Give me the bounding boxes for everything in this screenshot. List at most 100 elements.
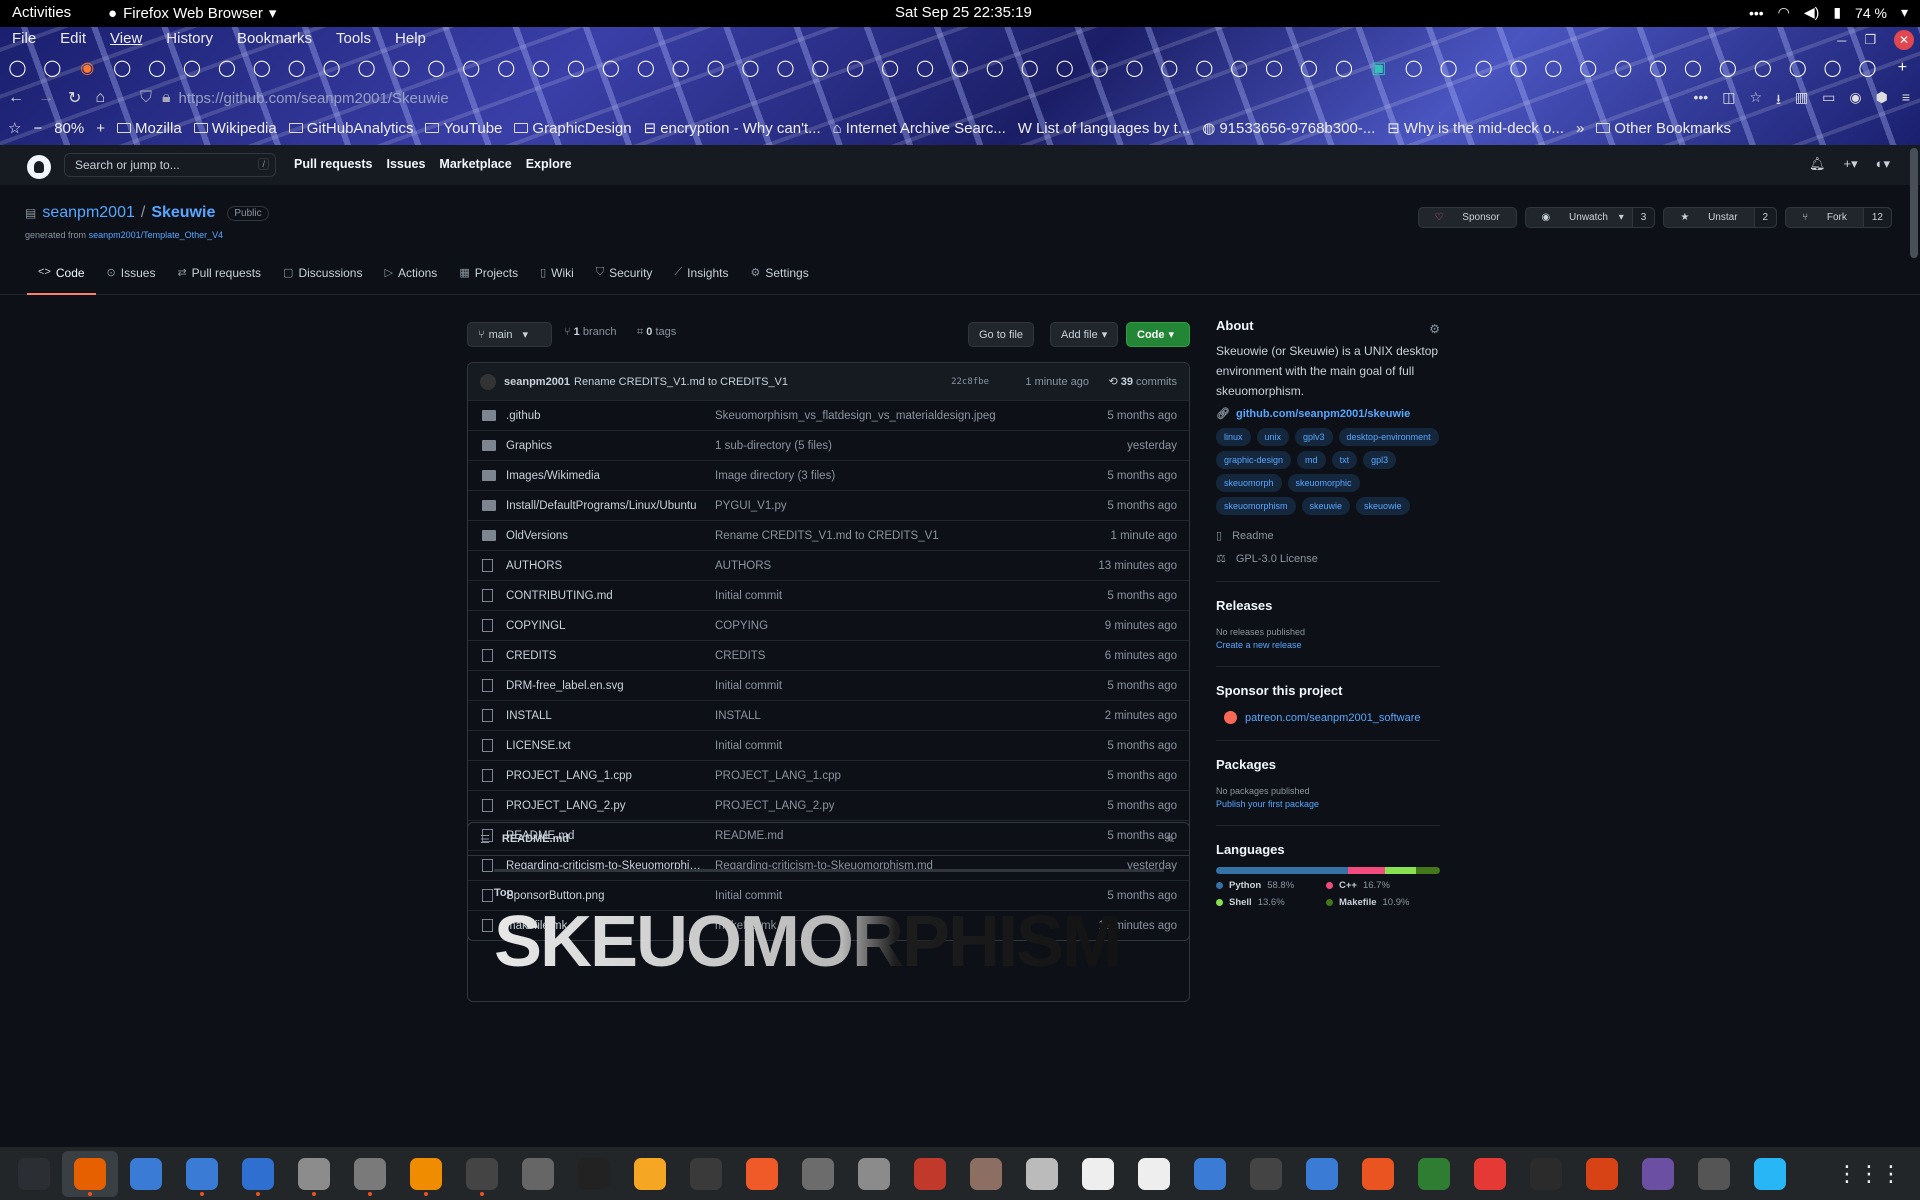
star-icon[interactable]: ☆: [8, 119, 21, 137]
file-commit-message[interactable]: INSTALL: [715, 710, 761, 722]
nav-marketplace[interactable]: Marketplace: [439, 157, 511, 171]
releases-heading[interactable]: Releases: [1216, 598, 1440, 613]
github-tab-icon[interactable]: ◯: [384, 55, 419, 81]
lock-icon[interactable]: 🔒︎: [162, 89, 171, 107]
music-icon[interactable]: [1518, 1151, 1574, 1197]
spreadsheet-icon[interactable]: [1406, 1151, 1462, 1197]
image-viewer-icon[interactable]: [790, 1151, 846, 1197]
bookmark-encryption[interactable]: ⊟ encryption - Why can't...: [644, 119, 821, 138]
menu-file[interactable]: File: [0, 27, 48, 53]
patreon-link[interactable]: patreon.com/seanpm2001_software: [1216, 711, 1440, 724]
language-item[interactable]: Python 58.8%: [1216, 880, 1312, 891]
tab-pull-requests[interactable]: ⇄ Pull requests: [166, 266, 272, 295]
file-commit-message[interactable]: 1 sub-directory (5 files): [715, 440, 832, 452]
page-scrollbar[interactable]: [1910, 148, 1918, 888]
branches-link[interactable]: ⑂ 1 branch: [564, 326, 617, 338]
fork-button[interactable]: ⑂ Fork 12: [1785, 207, 1892, 228]
shield-icon[interactable]: ⛉: [140, 89, 152, 107]
file-commit-message[interactable]: Image directory (3 files): [715, 470, 835, 482]
file-commit-message[interactable]: PROJECT_LANG_2.py: [715, 800, 835, 812]
language-bar-segment[interactable]: [1385, 867, 1416, 874]
home-icon[interactable]: ⌂: [95, 89, 105, 107]
file-row[interactable]: AUTHORS AUTHORS 13 minutes ago: [468, 550, 1189, 580]
github-tab-icon[interactable]: ◯: [1152, 55, 1187, 81]
charts-icon[interactable]: [678, 1151, 734, 1197]
website-link[interactable]: 🔗︎ github.com/seanpm2001/skeuwie: [1216, 407, 1440, 421]
github-tab-icon[interactable]: ◯: [209, 55, 244, 81]
help-icon[interactable]: [174, 1151, 230, 1197]
file-row[interactable]: Install/DefaultPrograms/Linux/Ubuntu PYGU…: [468, 490, 1189, 520]
topic-tag[interactable]: skeuomorphic: [1287, 474, 1360, 492]
file-name[interactable]: PROJECT_LANG_1.cpp: [506, 770, 632, 782]
file-name[interactable]: INSTALL: [506, 710, 552, 722]
github-tab-icon[interactable]: ◯: [1641, 55, 1676, 81]
github-tab-icon[interactable]: ◯: [1780, 55, 1815, 81]
app-menu[interactable]: ● Firefox Web Browser ▾: [108, 4, 276, 23]
github-tab-icon[interactable]: ◯: [175, 55, 210, 81]
github-tab-icon[interactable]: ◯: [105, 55, 140, 81]
system-monitor-icon[interactable]: [6, 1151, 62, 1197]
files-icon[interactable]: [286, 1151, 342, 1197]
zoom-out-icon[interactable]: −: [33, 120, 42, 137]
file-row[interactable]: Graphics 1 sub-directory (5 files) yesterd…: [468, 430, 1189, 460]
topic-tag[interactable]: skeuomorph: [1216, 474, 1282, 492]
readme-link[interactable]: ▯ Readme: [1216, 529, 1440, 543]
github-tab-icon[interactable]: ◯: [524, 55, 559, 81]
vim-icon[interactable]: [1238, 1151, 1294, 1197]
github-logo-icon[interactable]: [27, 155, 51, 179]
publish-package-link[interactable]: Publish your first package: [1216, 799, 1440, 809]
github-tab-icon[interactable]: ◯: [349, 55, 384, 81]
download-icon[interactable]: ⭳: [1776, 89, 1781, 113]
clock[interactable]: Sat Sep 25 22:35:19: [895, 4, 1032, 21]
terminal-game-icon[interactable]: [454, 1151, 510, 1197]
gear-icon[interactable]: ⚙: [1429, 322, 1440, 336]
github-tab-icon[interactable]: ◯: [1012, 55, 1047, 81]
language-item[interactable]: Shell 13.6%: [1216, 897, 1312, 908]
bookmark-star-icon[interactable]: ☆: [1749, 89, 1762, 113]
github-tab-icon[interactable]: ◯: [1571, 55, 1606, 81]
github-tab-icon[interactable]: ◯: [1082, 55, 1117, 81]
menu-bookmarks[interactable]: Bookmarks: [225, 27, 324, 53]
file-row[interactable]: CREDITS CREDITS 6 minutes ago: [468, 640, 1189, 670]
software-icon[interactable]: [734, 1151, 790, 1197]
language-bar-segment[interactable]: [1415, 867, 1440, 874]
file-name[interactable]: PROJECT_LANG_2.py: [506, 800, 626, 812]
file-commit-message[interactable]: Initial commit: [715, 680, 782, 692]
disks-icon[interactable]: [846, 1151, 902, 1197]
menu-tools[interactable]: Tools: [324, 27, 383, 53]
file-row[interactable]: CONTRIBUTING.md Initial commit 5 months ag…: [468, 580, 1189, 610]
menu-icon[interactable]: ≡: [1902, 89, 1910, 113]
github-tab-icon[interactable]: ◯: [0, 55, 35, 81]
page-actions-icon[interactable]: •••: [1693, 89, 1708, 113]
topic-tag[interactable]: graphic-design: [1216, 451, 1292, 469]
github-tab-icon[interactable]: ◯: [1745, 55, 1780, 81]
github-tab-icon[interactable]: ◯: [1815, 55, 1850, 81]
avatar[interactable]: ◐▾: [1876, 156, 1890, 172]
file-commit-message[interactable]: Rename CREDITS_V1.md to CREDITS_V1: [715, 530, 939, 542]
file-name[interactable]: AUTHORS: [506, 560, 562, 572]
pocket-icon[interactable]: ◫: [1722, 89, 1735, 113]
file-name[interactable]: CREDITS: [506, 650, 556, 662]
github-tab-icon[interactable]: ◯: [419, 55, 454, 81]
github-tab-icon[interactable]: ◯: [1536, 55, 1571, 81]
github-tab-icon[interactable]: ◯: [1466, 55, 1501, 81]
notification-bell-icon[interactable]: 🔔︎: [1809, 156, 1826, 172]
unstar-button[interactable]: ★ Unstar 2: [1663, 207, 1778, 228]
github-tab-icon[interactable]: ◯: [1676, 55, 1711, 81]
tab-settings[interactable]: ⚙ Settings: [739, 266, 819, 295]
search-input[interactable]: Search or jump to... /: [64, 153, 276, 177]
github-tab-icon[interactable]: ◯: [768, 55, 803, 81]
bookmark-mid-deck[interactable]: ⊟ Why is the mid-deck o...: [1387, 119, 1564, 138]
firefox-tab-icon[interactable]: ◉: [70, 55, 105, 81]
license-link[interactable]: ⚖ GPL-3.0 License: [1216, 552, 1440, 566]
github-tab-icon[interactable]: ◯: [1850, 55, 1885, 81]
topic-tag[interactable]: skeuomorphism: [1216, 497, 1296, 515]
watch-count[interactable]: 3: [1631, 208, 1655, 227]
tab-wiki[interactable]: ▯ Wiki: [529, 266, 585, 295]
document-icon[interactable]: [958, 1151, 1014, 1197]
topic-tag[interactable]: skeuwie: [1301, 497, 1351, 515]
file-row[interactable]: .github Skeuomorphism_vs_flatdesign_vs_ma…: [468, 400, 1189, 430]
nav-issues[interactable]: Issues: [387, 157, 426, 171]
commit-message[interactable]: Rename CREDITS_V1.md to CREDITS_V1: [574, 376, 788, 388]
minimize-icon[interactable]: ─: [1837, 33, 1846, 48]
